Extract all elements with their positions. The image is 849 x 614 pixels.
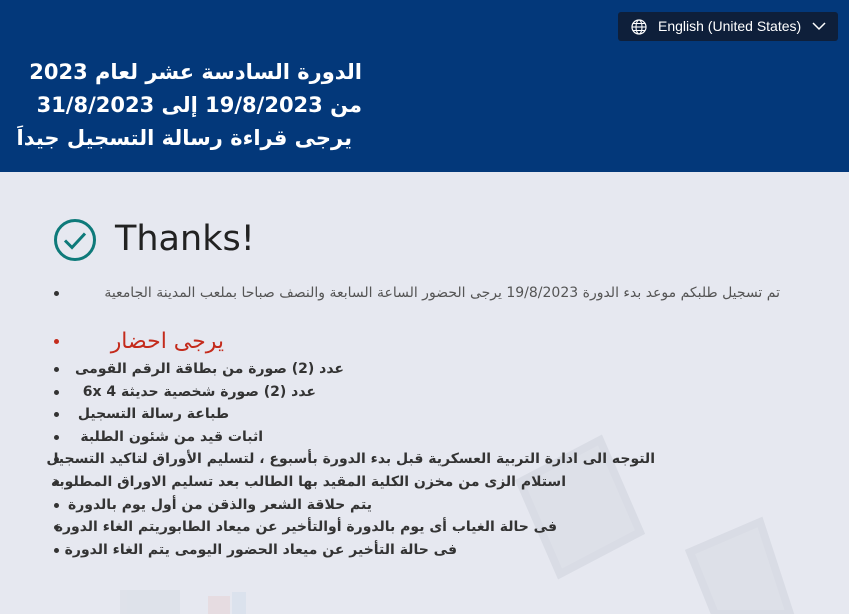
list-item: استلام الزى من مخزن الكلية المقيد بها ال… — [51, 471, 792, 494]
chevron-down-icon — [812, 22, 826, 31]
requirement-text: فى حالة الغياب أى يوم بالدورة أوالتأخير … — [54, 519, 557, 536]
bullet — [54, 502, 59, 508]
title-line-1: الدورة السادسة عشر لعام 2023 — [29, 60, 362, 84]
bullet — [54, 434, 59, 440]
requirement-text: التوجه الى ادارة التربية العسكرية قبل بد… — [46, 451, 655, 468]
requirement-text: استلام الزى من مخزن الكلية المقيد بها ال… — [50, 473, 566, 490]
thanks-heading: Thanks! — [115, 219, 255, 259]
list-item: فى حالة التأخير عن ميعاد الحضور اليومى ي… — [54, 539, 792, 562]
requirement-text: عدد (2) صورة شخصية حديثة 4 6x — [82, 383, 316, 400]
form-header: English (United States) الدورة السادسة ع… — [0, 0, 849, 172]
requirement-text: يتم حلاقة الشعر والذقن من أول يوم بالدور… — [67, 496, 372, 513]
title-line-3: يرجى قراءة رسالة التسجيل جيداَ — [16, 126, 352, 150]
list-item: عدد (2) صورة من بطاقة الرقم القومى — [54, 358, 792, 381]
language-selector[interactable]: English (United States) — [618, 12, 838, 41]
list-item: اثبات قيد من شئون الطلبة — [54, 426, 792, 449]
requirement-text: طباعة رسالة التسجيل — [77, 406, 229, 423]
list-item: يرجى احضار — [54, 326, 792, 358]
intro-text: تم تسجيل طلبكم موعد بدء الدورة 19/8/2023… — [104, 285, 780, 301]
title-line-2: من 19/8/2023 إلى 31/8/2023 — [36, 93, 362, 117]
requirement-text: عدد (2) صورة من بطاقة الرقم القومى — [75, 361, 344, 377]
bullet — [54, 547, 59, 553]
bullet — [54, 291, 59, 296]
list-item: طباعة رسالة التسجيل — [54, 403, 792, 426]
list-item: يتم حلاقة الشعر والذقن من أول يوم بالدور… — [54, 494, 792, 517]
list-item: فى حالة الغياب أى يوم بالدورة أوالتأخير … — [54, 516, 792, 539]
list-item: عدد (2) صورة شخصية حديثة 4 6x — [54, 381, 792, 404]
form-title: الدورة السادسة عشر لعام 2023 من 19/8/202… — [16, 56, 362, 155]
list-item: تم تسجيل طلبكم موعد بدء الدورة 19/8/2023… — [54, 282, 792, 326]
requirement-text: فى حالة التأخير عن ميعاد الحضور اليومى ي… — [64, 541, 457, 558]
requirement-text: اثبات قيد من شئون الطلبة — [80, 428, 263, 445]
language-label: English (United States) — [658, 18, 802, 34]
bullet — [54, 389, 59, 395]
bring-label: يرجى احضار — [110, 329, 224, 354]
list-item: التوجه الى ادارة التربية العسكرية قبل بد… — [46, 448, 792, 471]
bullet — [54, 367, 59, 372]
instructions-list: تم تسجيل طلبكم موعد بدء الدورة 19/8/2023… — [46, 282, 792, 562]
globe-icon — [631, 19, 647, 35]
bullet — [54, 339, 59, 344]
checkmark-circle-icon — [54, 219, 96, 261]
